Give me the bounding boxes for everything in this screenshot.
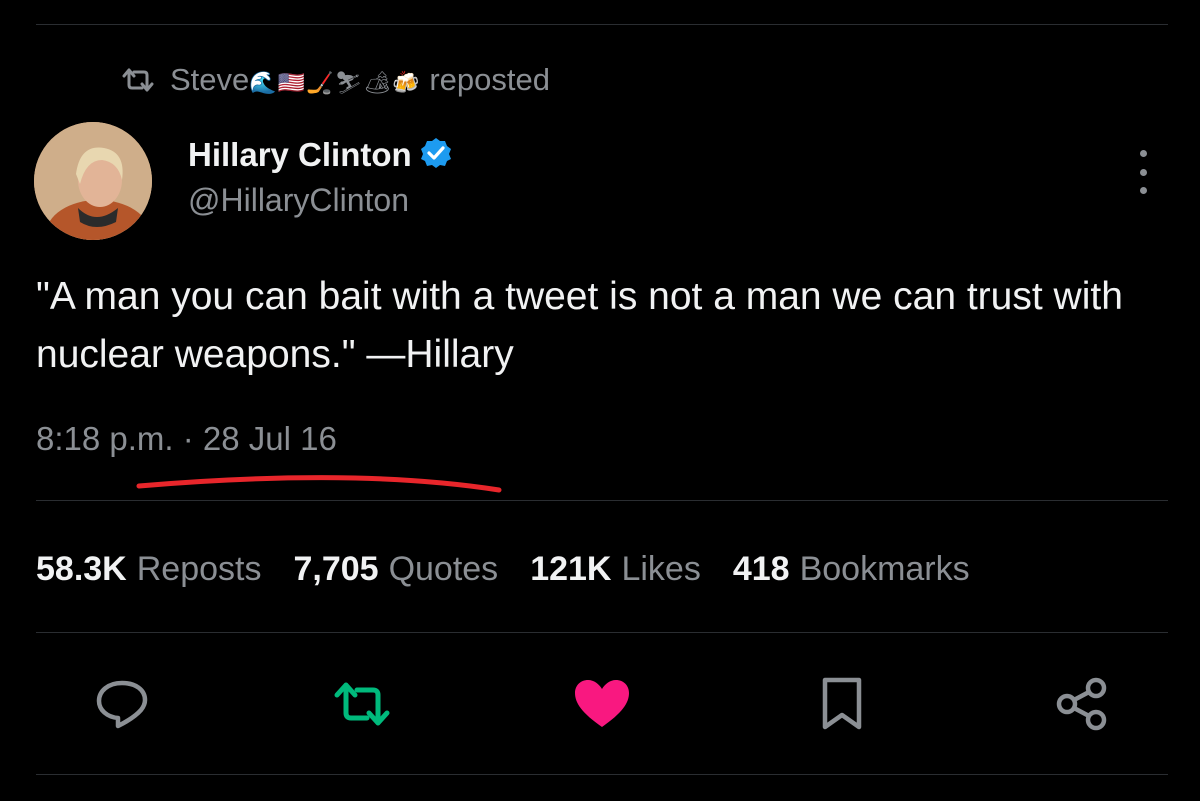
tweet-text: "A man you can bait with a tweet is not … <box>36 275 1123 376</box>
bookmark-icon[interactable] <box>810 672 874 736</box>
verified-badge-icon <box>420 137 452 174</box>
repost-small-icon <box>120 66 156 94</box>
avatar[interactable] <box>34 122 152 240</box>
reply-icon[interactable] <box>90 672 154 736</box>
stat-quotes[interactable]: 7,705 Quotes <box>293 550 498 589</box>
repost-banner[interactable]: Steve🌊🇺🇸🏒⛷🏕🍻 reposted <box>120 58 550 102</box>
stats-row: 58.3K Reposts 7,705 Quotes 121K Likes 418 Bo… <box>36 550 970 589</box>
stats-bottom-divider <box>36 632 1168 633</box>
share-icon[interactable] <box>1050 672 1114 736</box>
stat-bookmarks[interactable]: 418 Bookmarks <box>733 550 970 589</box>
top-divider <box>36 24 1168 25</box>
bottom-divider <box>36 774 1168 775</box>
repost-user[interactable]: Steve <box>170 62 249 97</box>
repost-suffix: reposted <box>429 62 550 97</box>
stat-likes[interactable]: 121K Likes <box>530 550 701 589</box>
stats-top-divider <box>36 500 1168 501</box>
heart-icon[interactable] <box>570 672 634 736</box>
repost-icon[interactable] <box>330 672 394 736</box>
more-options-icon[interactable] <box>1128 150 1158 194</box>
author-name[interactable]: Hillary Clinton <box>188 136 412 174</box>
tweet-timestamp[interactable]: 8:18 p.m. · 28 Jul 16 <box>36 420 337 458</box>
author-block: Hillary Clinton @HillaryClinton <box>188 136 452 219</box>
red-underline-annotation <box>136 475 502 493</box>
stat-reposts[interactable]: 58.3K Reposts <box>36 550 261 589</box>
repost-user-emojis: 🌊🇺🇸🏒⛷🏕🍻 <box>249 71 421 96</box>
author-handle[interactable]: @HillaryClinton <box>188 182 452 219</box>
